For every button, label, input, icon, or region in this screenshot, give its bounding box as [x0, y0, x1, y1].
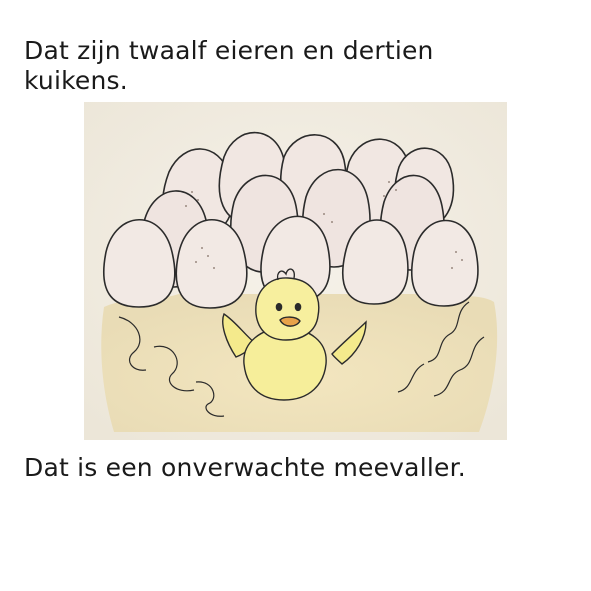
story-text-bottom: Dat is een onverwachte meevaller.	[24, 453, 466, 482]
story-text-top: Dat zijn twaalf eieren en dertien kuiken…	[24, 36, 434, 95]
egg	[410, 219, 479, 307]
egg	[102, 218, 176, 308]
egg	[175, 218, 248, 309]
chick-head	[255, 277, 320, 341]
chick-left-eye	[275, 302, 283, 312]
eggs-and-chick-illustration	[84, 102, 507, 440]
chick-right-eye	[294, 302, 302, 312]
